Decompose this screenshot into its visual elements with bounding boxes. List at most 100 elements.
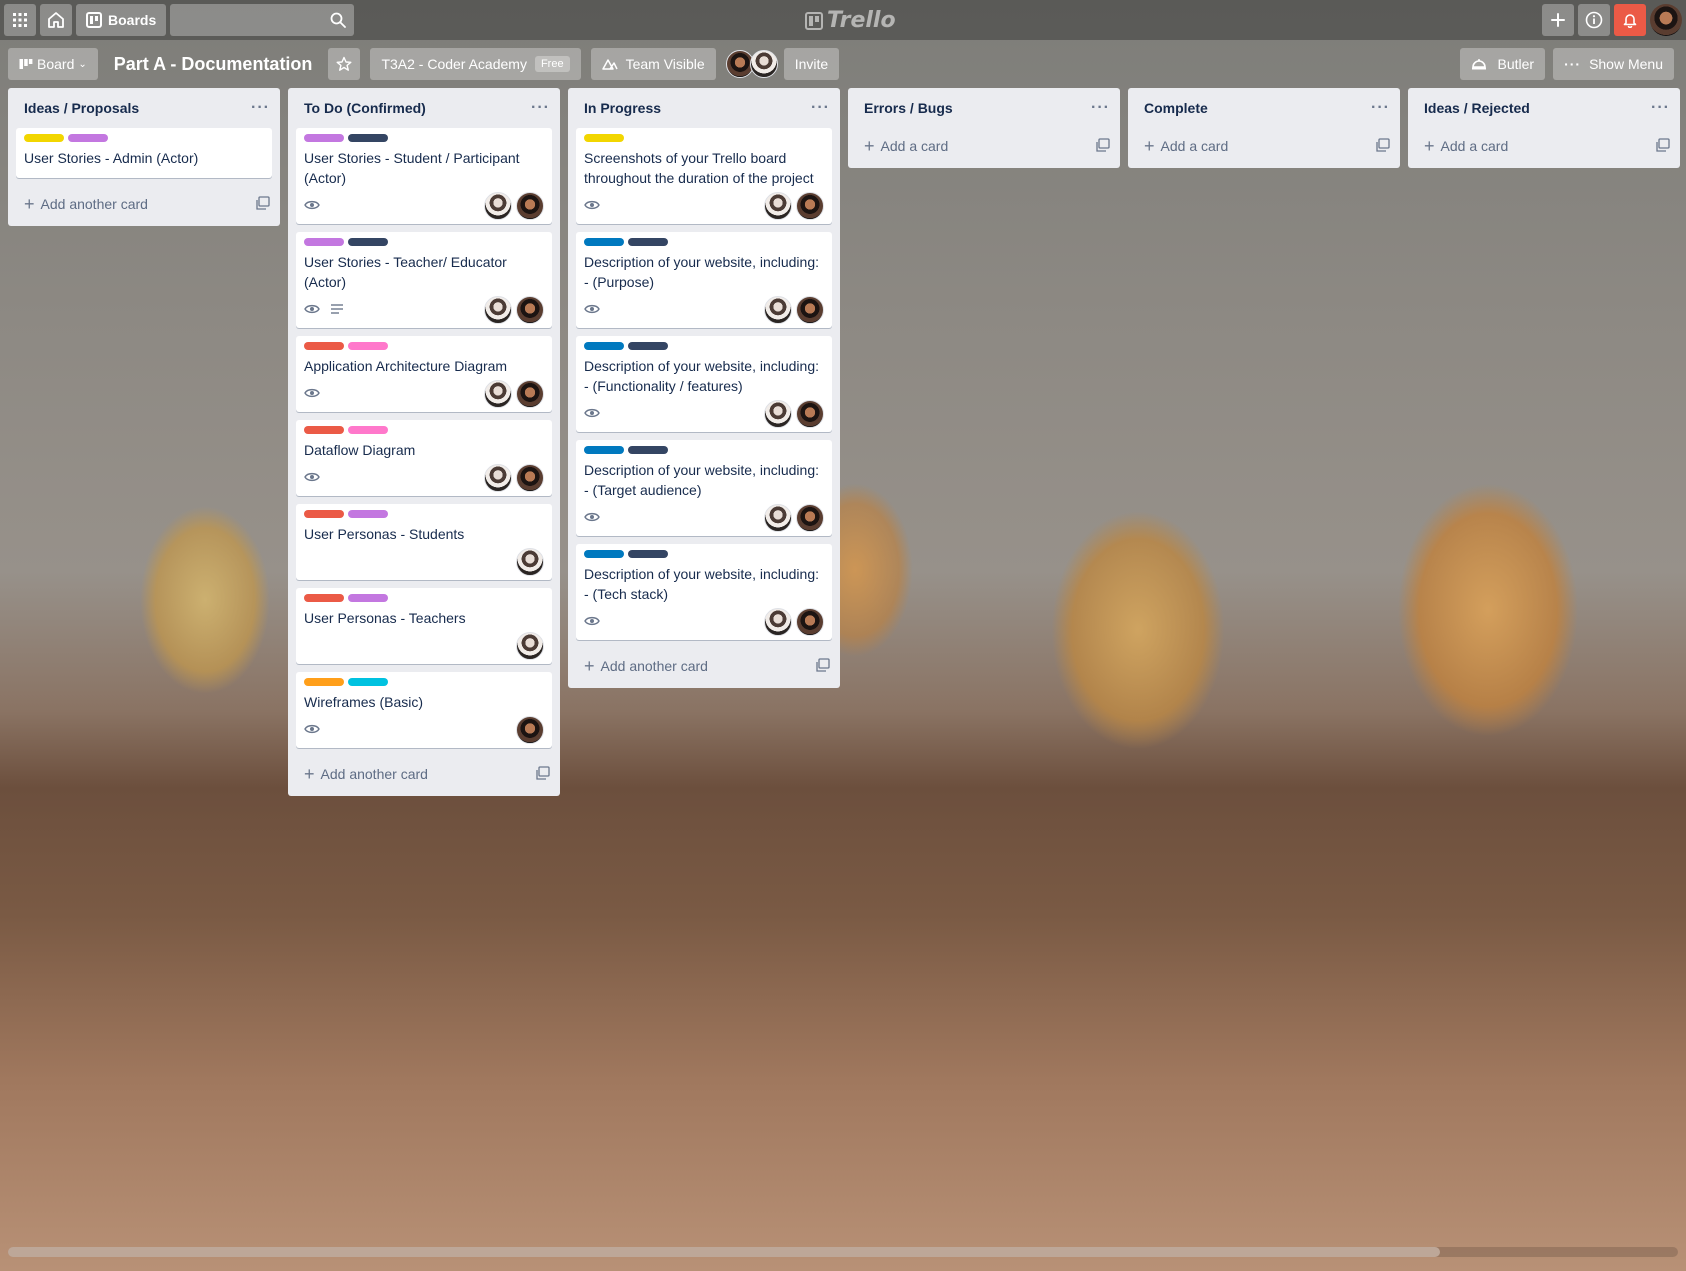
card-template-icon[interactable] — [1096, 137, 1110, 155]
list-title[interactable]: To Do (Confirmed) — [304, 100, 426, 116]
card-label-blue[interactable] — [584, 446, 624, 454]
member-avatar[interactable] — [764, 296, 792, 324]
card-label-navy[interactable] — [628, 446, 668, 454]
card-labels[interactable] — [584, 342, 824, 350]
card-template-icon[interactable] — [1656, 137, 1670, 155]
card-label-navy[interactable] — [628, 342, 668, 350]
card-label-navy[interactable] — [628, 238, 668, 246]
member-avatar[interactable] — [516, 380, 544, 408]
card-label-red[interactable] — [304, 342, 344, 350]
butler-button[interactable]: Butler — [1460, 48, 1546, 80]
member-avatar[interactable] — [516, 464, 544, 492]
card[interactable]: Description of your website, including: … — [576, 336, 832, 432]
card[interactable]: User Stories - Admin (Actor) — [16, 128, 272, 178]
card-title[interactable]: Dataflow Diagram — [304, 440, 544, 460]
card-label-red[interactable] — [304, 594, 344, 602]
apps-grid-icon[interactable] — [4, 4, 36, 36]
list[interactable]: In Progress ··· Screenshots of your Trello… — [568, 88, 840, 688]
scrollbar-thumb[interactable] — [8, 1247, 1440, 1257]
card-labels[interactable] — [304, 426, 544, 434]
member-avatar[interactable] — [764, 192, 792, 220]
member-avatar[interactable] — [796, 296, 824, 324]
list[interactable]: Complete ··· + Add a card — [1128, 88, 1400, 168]
card[interactable]: User Stories - Teacher/ Educator (Actor) — [296, 232, 552, 328]
card-labels[interactable] — [584, 134, 824, 142]
card[interactable]: User Personas - Students — [296, 504, 552, 580]
card-title[interactable]: Description of your website, including: … — [584, 460, 824, 500]
member-avatar[interactable] — [516, 548, 544, 576]
card-labels[interactable] — [304, 678, 544, 686]
horizontal-scrollbar[interactable] — [8, 1247, 1678, 1257]
list-title[interactable]: Ideas / Rejected — [1424, 100, 1530, 116]
card-labels[interactable] — [584, 238, 824, 246]
member-avatar[interactable] — [764, 400, 792, 428]
card-label-red[interactable] — [304, 510, 344, 518]
card-labels[interactable] — [584, 446, 824, 454]
member-avatar[interactable] — [516, 296, 544, 324]
card[interactable]: Dataflow Diagram — [296, 420, 552, 496]
add-card-button[interactable]: + Add another card — [568, 648, 840, 684]
list[interactable]: Ideas / Rejected ··· + Add a card — [1408, 88, 1680, 168]
card-title[interactable]: Description of your website, including: … — [584, 252, 824, 292]
visibility-button[interactable]: Team Visible — [590, 48, 716, 80]
list-menu-icon[interactable]: ··· — [1091, 99, 1110, 117]
card-label-pink[interactable] — [348, 426, 388, 434]
card-template-icon[interactable] — [256, 195, 270, 213]
list-header[interactable]: To Do (Confirmed) ··· — [288, 88, 560, 128]
card-title[interactable]: User Stories - Admin (Actor) — [24, 148, 264, 168]
list-header[interactable]: Errors / Bugs ··· — [848, 88, 1120, 128]
member-avatar[interactable] — [796, 608, 824, 636]
list-header[interactable]: Ideas / Proposals ··· — [8, 88, 280, 128]
card-title[interactable]: Description of your website, including: … — [584, 564, 824, 604]
card-labels[interactable] — [304, 510, 544, 518]
list-title[interactable]: Complete — [1144, 100, 1208, 116]
notifications-button[interactable] — [1614, 4, 1646, 36]
card-labels[interactable] — [304, 342, 544, 350]
add-card-button[interactable]: + Add another card — [288, 756, 560, 792]
card-label-orange[interactable] — [304, 678, 344, 686]
card-label-blue[interactable] — [584, 342, 624, 350]
card-label-yellow[interactable] — [24, 134, 64, 142]
member-avatar[interactable] — [796, 504, 824, 532]
member-avatar[interactable] — [796, 400, 824, 428]
card-labels[interactable] — [584, 550, 824, 558]
card-label-red[interactable] — [304, 426, 344, 434]
card-title[interactable]: Wireframes (Basic) — [304, 692, 544, 712]
trello-logo[interactable]: Trello — [805, 8, 896, 33]
home-button[interactable] — [40, 4, 72, 36]
member-avatar[interactable] — [484, 464, 512, 492]
card-labels[interactable] — [304, 238, 544, 246]
card-label-pink[interactable] — [348, 342, 388, 350]
card-title[interactable]: User Stories - Teacher/ Educator (Actor) — [304, 252, 544, 292]
list[interactable]: Errors / Bugs ··· + Add a card — [848, 88, 1120, 168]
member-avatar[interactable] — [764, 504, 792, 532]
invite-button[interactable]: Invite — [783, 48, 840, 80]
card-label-navy[interactable] — [348, 134, 388, 142]
card-title[interactable]: Description of your website, including: … — [584, 356, 824, 396]
list-title[interactable]: In Progress — [584, 100, 661, 116]
member-avatar[interactable] — [764, 608, 792, 636]
search-input[interactable] — [170, 4, 355, 36]
member-avatar[interactable] — [484, 192, 512, 220]
list[interactable]: To Do (Confirmed) ··· User Stories - Stude… — [288, 88, 560, 796]
card-label-blue[interactable] — [584, 550, 624, 558]
list[interactable]: Ideas / Proposals ··· User Stories - Admin… — [8, 88, 280, 226]
card-label-purple[interactable] — [348, 510, 388, 518]
info-button[interactable] — [1578, 4, 1610, 36]
card-label-purple[interactable] — [304, 134, 344, 142]
card[interactable]: User Personas - Teachers — [296, 588, 552, 664]
card[interactable]: Application Architecture Diagram — [296, 336, 552, 412]
card[interactable]: User Stories - Student / Participant (Ac… — [296, 128, 552, 224]
board-view-switcher[interactable]: Board ⌄ — [8, 48, 98, 80]
member-avatar[interactable] — [516, 632, 544, 660]
card-template-icon[interactable] — [536, 765, 550, 783]
team-button[interactable]: T3A2 - Coder Academy Free — [370, 48, 581, 80]
list-header[interactable]: Complete ··· — [1128, 88, 1400, 128]
member-avatar[interactable] — [484, 296, 512, 324]
card-title[interactable]: User Personas - Teachers — [304, 608, 544, 628]
member-avatar[interactable] — [484, 380, 512, 408]
card-label-navy[interactable] — [348, 238, 388, 246]
card[interactable]: Description of your website, including: … — [576, 440, 832, 536]
card-template-icon[interactable] — [1376, 137, 1390, 155]
add-card-button[interactable]: + Add a card — [1128, 128, 1400, 164]
